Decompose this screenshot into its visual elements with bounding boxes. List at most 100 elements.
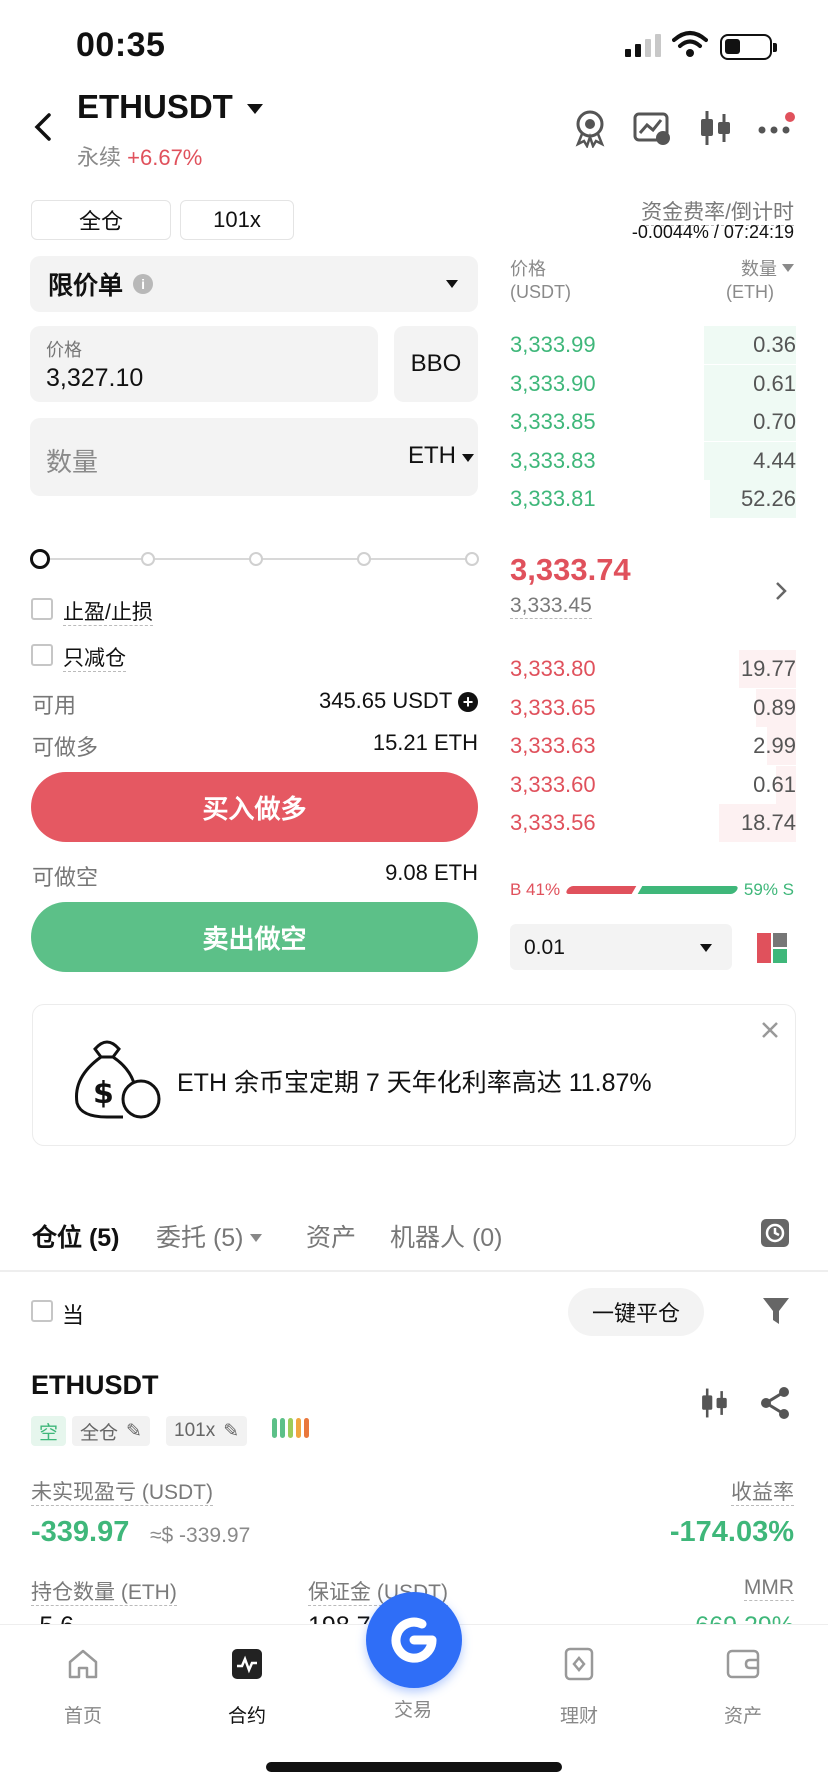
money-bag-icon: $ — [75, 1040, 161, 1119]
back-arrow-icon[interactable] — [32, 112, 54, 142]
orderbook-price-header: 价格 (USDT) — [510, 259, 571, 302]
nav-finance[interactable]: 理财 — [524, 1647, 634, 1728]
position-symbol[interactable]: ETHUSDT — [31, 1370, 159, 1401]
tab-orders[interactable]: 委托 (5) — [156, 1218, 263, 1254]
slider-step[interactable] — [141, 552, 155, 566]
buy-ratio-label: B 41% — [510, 880, 561, 899]
slider-step[interactable] — [357, 552, 371, 566]
tab-assets[interactable]: 资产 — [306, 1218, 356, 1254]
filter-icon[interactable] — [762, 1296, 790, 1326]
tpsl-checkbox[interactable] — [31, 598, 53, 620]
price-label: 价格 — [46, 340, 82, 360]
chevron-right-icon[interactable] — [774, 580, 788, 602]
home-icon — [68, 1649, 98, 1679]
risk-level-icon — [272, 1418, 309, 1438]
badge-icon[interactable] — [570, 108, 610, 148]
orderbook-qty-header[interactable]: 数量 (ETH) — [726, 258, 794, 304]
orderbook-row[interactable]: 3,333.90 0.61 — [510, 364, 796, 403]
orderbook-row[interactable]: 3,333.65 0.89 — [510, 688, 796, 727]
futures-icon — [232, 1649, 262, 1679]
status-time: 00:35 — [76, 26, 166, 64]
reduce-only-label: 只减仓 — [63, 647, 126, 672]
add-funds-icon[interactable]: + — [458, 692, 478, 712]
sell-short-button[interactable]: 卖出做空 — [31, 902, 478, 972]
leverage-button[interactable]: 101x — [180, 200, 294, 240]
orderbook-row[interactable]: 3,333.83 4.44 — [510, 441, 796, 480]
close-all-button[interactable]: 一键平仓 — [568, 1288, 704, 1336]
reduce-only-checkbox[interactable] — [31, 644, 53, 666]
leverage-badge[interactable]: 101x ✎ — [166, 1416, 248, 1446]
orderbook-qty: 0.36 — [753, 332, 796, 357]
price-input[interactable]: 价格 3,327.10 — [30, 326, 378, 402]
trade-fab[interactable] — [366, 1592, 462, 1688]
orderbook-price: 3,333.81 — [510, 486, 596, 512]
promo-banner[interactable]: $ ETH 余币宝定期 7 天年化利率高达 11.87% — [32, 1004, 796, 1146]
layout-toggle-icon[interactable] — [756, 932, 788, 964]
orderbook-row[interactable]: 3,333.99 0.36 — [510, 326, 796, 364]
size-label: 持仓数量 (ETH) — [31, 1581, 177, 1606]
current-symbol-checkbox[interactable] — [31, 1300, 53, 1322]
max-long-label: 可做多 — [32, 735, 99, 760]
precision-select[interactable]: 0.01 — [510, 924, 732, 970]
orderbook-row[interactable]: 3,333.60 0.61 — [510, 765, 796, 804]
orderbook-price: 3,333.99 — [510, 332, 596, 357]
nav-assets[interactable]: 资产 — [688, 1647, 798, 1728]
quantity-slider[interactable] — [30, 549, 479, 569]
funding-value: -0.0044% / 07:24:19 — [631, 222, 794, 242]
quantity-unit-select[interactable]: ETH — [408, 442, 474, 470]
available-label: 可用 — [32, 693, 77, 718]
chevron-down-icon — [246, 104, 263, 115]
tpsl-label: 止盈/止损 — [63, 601, 153, 626]
quantity-input[interactable]: 数量 ETH — [30, 418, 478, 496]
banner-text: ETH 余币宝定期 7 天年化利率高达 11.87% — [177, 1069, 652, 1097]
price-change: +6.67% — [127, 145, 203, 170]
bbo-button[interactable]: BBO — [394, 326, 478, 402]
edit-icon: ✎ — [223, 1420, 240, 1442]
history-icon[interactable] — [760, 1218, 790, 1248]
orderbook-price: 3,333.56 — [510, 810, 596, 836]
upnl-label: 未实现盈亏 (USDT) — [31, 1481, 213, 1506]
share-icon[interactable] — [760, 1386, 792, 1420]
home-indicator — [266, 1762, 562, 1772]
buy-long-button[interactable]: 买入做多 — [31, 772, 478, 842]
roe-value: -174.03% — [669, 1516, 794, 1548]
orderbook-row[interactable]: 3,333.85 0.70 — [510, 403, 796, 442]
sell-ratio-label: 59% S — [743, 880, 794, 899]
nav-futures[interactable]: 合约 — [192, 1647, 302, 1728]
slider-thumb[interactable] — [30, 549, 50, 569]
orderbook-qty: 4.44 — [753, 447, 796, 473]
orderbook-price: 3,333.85 — [510, 409, 596, 435]
margin-mode-button[interactable]: 全仓 — [31, 200, 171, 240]
orderbook-row[interactable]: 3,333.63 2.99 — [510, 727, 796, 766]
candlestick-icon[interactable] — [695, 108, 735, 148]
margin-mode-badge[interactable]: 全仓 ✎ — [72, 1416, 150, 1446]
max-short-value: 9.08 ETH — [385, 860, 478, 885]
contract-type: 永续 — [77, 145, 122, 170]
symbol-subtitle: 永续 +6.67% — [77, 140, 202, 172]
max-short-label: 可做空 — [32, 865, 99, 890]
orderbook-row[interactable]: 3,333.56 18.74 — [510, 804, 796, 843]
orderbook-price: 3,333.80 — [510, 656, 596, 681]
orderbook-qty: 0.61 — [753, 370, 796, 396]
wifi-icon — [672, 31, 708, 57]
info-icon[interactable]: i — [133, 274, 154, 294]
slider-step[interactable] — [465, 552, 479, 566]
current-symbol-label: 当 — [62, 1303, 85, 1328]
orderbook-qty: 0.61 — [753, 771, 796, 797]
candlestick-icon[interactable] — [697, 1386, 731, 1420]
orderbook-qty: 18.74 — [740, 810, 796, 836]
symbol-selector[interactable]: ETHUSDT — [77, 88, 263, 126]
slider-step[interactable] — [249, 552, 263, 566]
chevron-down-icon — [700, 944, 712, 952]
orderbook-row[interactable]: 3,333.80 19.77 — [510, 650, 796, 688]
tab-positions[interactable]: 仓位 (5) — [32, 1218, 120, 1254]
orderbook-price: 3,333.65 — [510, 694, 596, 720]
chart-edit-icon[interactable] — [632, 108, 672, 148]
order-type-select[interactable]: 限价单 i — [30, 256, 478, 312]
close-icon[interactable] — [761, 1021, 779, 1039]
orderbook-row[interactable]: 3,333.81 52.26 — [510, 480, 796, 519]
more-icon[interactable] — [756, 108, 796, 148]
side-badge: 空 — [31, 1416, 67, 1446]
nav-home[interactable]: 首页 — [28, 1647, 138, 1728]
tab-bots[interactable]: 机器人 (0) — [390, 1218, 503, 1254]
